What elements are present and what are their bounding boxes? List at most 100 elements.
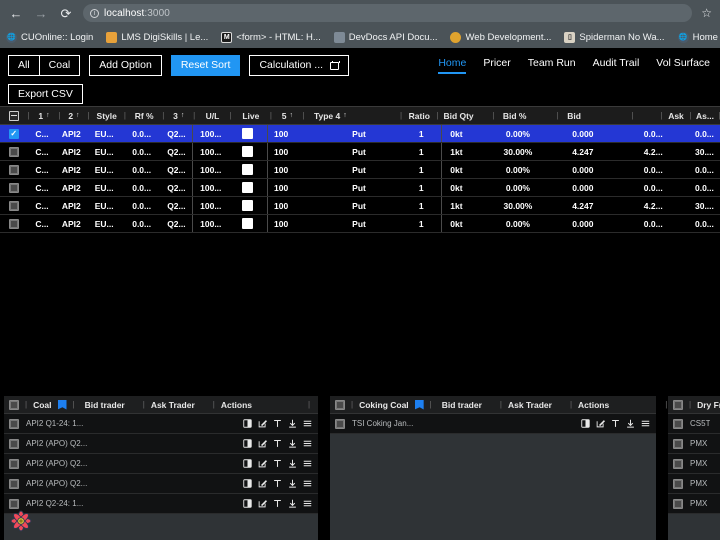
edit-icon[interactable] [257, 439, 267, 449]
row-select-cell[interactable] [0, 143, 27, 160]
bookmark-item[interactable]: ▯ Spiderman No Wa... [564, 31, 665, 43]
column-header-5[interactable]: 5 ↑ [271, 107, 303, 124]
row-select-cell[interactable] [0, 179, 27, 196]
contrast-icon[interactable] [242, 459, 252, 469]
bookmark-star-icon[interactable]: ☆ [701, 6, 712, 20]
export-csv-button[interactable]: Export CSV [8, 84, 83, 104]
reload-icon[interactable]: ⟳ [58, 5, 74, 21]
menu-icon[interactable] [640, 419, 650, 429]
edit-icon[interactable] [595, 419, 605, 429]
flag-icon[interactable] [57, 399, 67, 410]
row-select-cell[interactable] [0, 125, 27, 142]
bookmark-item[interactable]: M <form> - HTML: H... [221, 31, 321, 43]
download-icon[interactable] [287, 479, 297, 489]
column-header-live[interactable]: Live [231, 107, 270, 124]
cell-live[interactable] [229, 197, 267, 214]
text-icon[interactable] [272, 499, 282, 509]
live-checkbox[interactable] [242, 128, 254, 139]
nav-link-home[interactable]: Home [438, 57, 467, 74]
cell-live[interactable] [229, 215, 267, 232]
row-checkbox[interactable] [673, 458, 683, 469]
table-row[interactable]: C... API2 EU... 0.0... Q2... 100... 100 Put 1 1kt… [0, 143, 720, 161]
row-checkbox[interactable] [8, 182, 19, 193]
column-header-ratio[interactable]: Ratio [402, 107, 438, 124]
list-item[interactable]: API2 (APO) Q2... [4, 454, 318, 474]
bookmark-item[interactable]: 🌐 Home [677, 31, 718, 43]
list-item[interactable]: API2 Q2-24: 1... [4, 494, 318, 514]
menu-icon[interactable] [302, 479, 312, 489]
row-checkbox[interactable] [8, 200, 19, 211]
panel-select-all-checkbox[interactable] [335, 399, 345, 410]
cell-live[interactable] [229, 179, 267, 196]
edit-icon[interactable] [257, 499, 267, 509]
row-checkbox[interactable] [8, 164, 19, 175]
live-checkbox[interactable] [242, 200, 254, 211]
edit-icon[interactable] [257, 459, 267, 469]
list-item[interactable]: PMX [668, 454, 720, 474]
cell-live[interactable] [229, 161, 267, 178]
column-header-3[interactable]: 3 ↑ [164, 107, 194, 124]
row-checkbox[interactable] [9, 418, 19, 429]
bookmark-item[interactable]: 🌐 CUOnline:: Login [6, 31, 93, 43]
row-select-cell[interactable] [0, 215, 27, 232]
row-select-cell[interactable] [0, 161, 27, 178]
nav-link-audit-trail[interactable]: Audit Trail [593, 57, 640, 74]
cell-live[interactable] [229, 143, 267, 160]
select-all-checkbox[interactable] [9, 110, 20, 121]
column-header-ask[interactable]: Ask [662, 107, 690, 124]
flag-icon[interactable] [414, 399, 424, 410]
table-row[interactable]: C... API2 EU... 0.0... Q2... 100... 100 Put 1 0kt… [0, 215, 720, 233]
live-checkbox[interactable] [242, 218, 254, 229]
row-checkbox[interactable] [8, 146, 19, 157]
download-icon[interactable] [625, 419, 635, 429]
list-item[interactable]: API2 Q1-24: 1... [4, 414, 318, 434]
reset-sort-button[interactable]: Reset Sort [170, 54, 241, 76]
contrast-icon[interactable] [242, 419, 252, 429]
row-select-cell[interactable] [0, 197, 27, 214]
edit-icon[interactable] [257, 419, 267, 429]
live-checkbox[interactable] [242, 164, 254, 175]
column-header-ask-2[interactable]: As... [691, 107, 719, 124]
column-header-2[interactable]: 2 ↑ [60, 107, 88, 124]
row-checkbox[interactable] [9, 438, 19, 449]
nav-link-vol-surface[interactable]: Vol Surface [656, 57, 710, 74]
download-icon[interactable] [287, 499, 297, 509]
download-icon[interactable] [287, 439, 297, 449]
row-checkbox[interactable] [673, 418, 683, 429]
row-checkbox[interactable] [335, 418, 345, 429]
column-divider[interactable] [632, 111, 633, 120]
nav-link-pricer[interactable]: Pricer [483, 57, 510, 74]
table-row[interactable]: C... API2 EU... 0.0... Q2... 100... 100 Put 1 0kt… [0, 125, 720, 143]
live-checkbox[interactable] [242, 182, 254, 193]
column-header-rf-pct[interactable]: Rf % [125, 107, 162, 124]
column-header-1[interactable]: 1 ↑ [29, 107, 59, 124]
list-item[interactable]: API2 (APO) Q2... [4, 474, 318, 494]
text-icon[interactable] [272, 419, 282, 429]
download-icon[interactable] [287, 459, 297, 469]
cell-live[interactable] [229, 125, 267, 142]
bookmark-item[interactable]: DevDocs API Docu... [333, 31, 437, 43]
column-header-type-4[interactable]: Type 4 ↑ [304, 107, 356, 124]
column-header-style[interactable]: Style [89, 107, 125, 124]
edit-icon[interactable] [257, 479, 267, 489]
download-icon[interactable] [287, 419, 297, 429]
row-checkbox[interactable] [673, 478, 683, 489]
text-icon[interactable] [272, 459, 282, 469]
address-bar[interactable]: i localhost:3000 [83, 4, 693, 22]
panel-select-all-checkbox[interactable] [673, 399, 683, 410]
live-checkbox[interactable] [242, 146, 254, 157]
table-row[interactable]: C... API2 EU... 0.0... Q2... 100... 100 Put 1 1kt… [0, 197, 720, 215]
row-checkbox[interactable] [9, 498, 19, 509]
text-icon[interactable] [272, 479, 282, 489]
list-item[interactable]: PMX [668, 474, 720, 494]
list-item[interactable]: PMX [668, 494, 720, 514]
column-header-bid-qty[interactable]: Bid Qty [438, 107, 479, 124]
text-icon[interactable] [610, 419, 620, 429]
table-row[interactable]: C... API2 EU... 0.0... Q2... 100... 100 Put 1 0kt… [0, 179, 720, 197]
contrast-icon[interactable] [242, 499, 252, 509]
row-checkbox[interactable] [673, 498, 683, 509]
column-header-ul[interactable]: U/L [195, 107, 231, 124]
row-checkbox[interactable] [8, 218, 19, 229]
row-checkbox[interactable] [9, 458, 19, 469]
back-arrow-icon[interactable]: ← [8, 5, 24, 21]
